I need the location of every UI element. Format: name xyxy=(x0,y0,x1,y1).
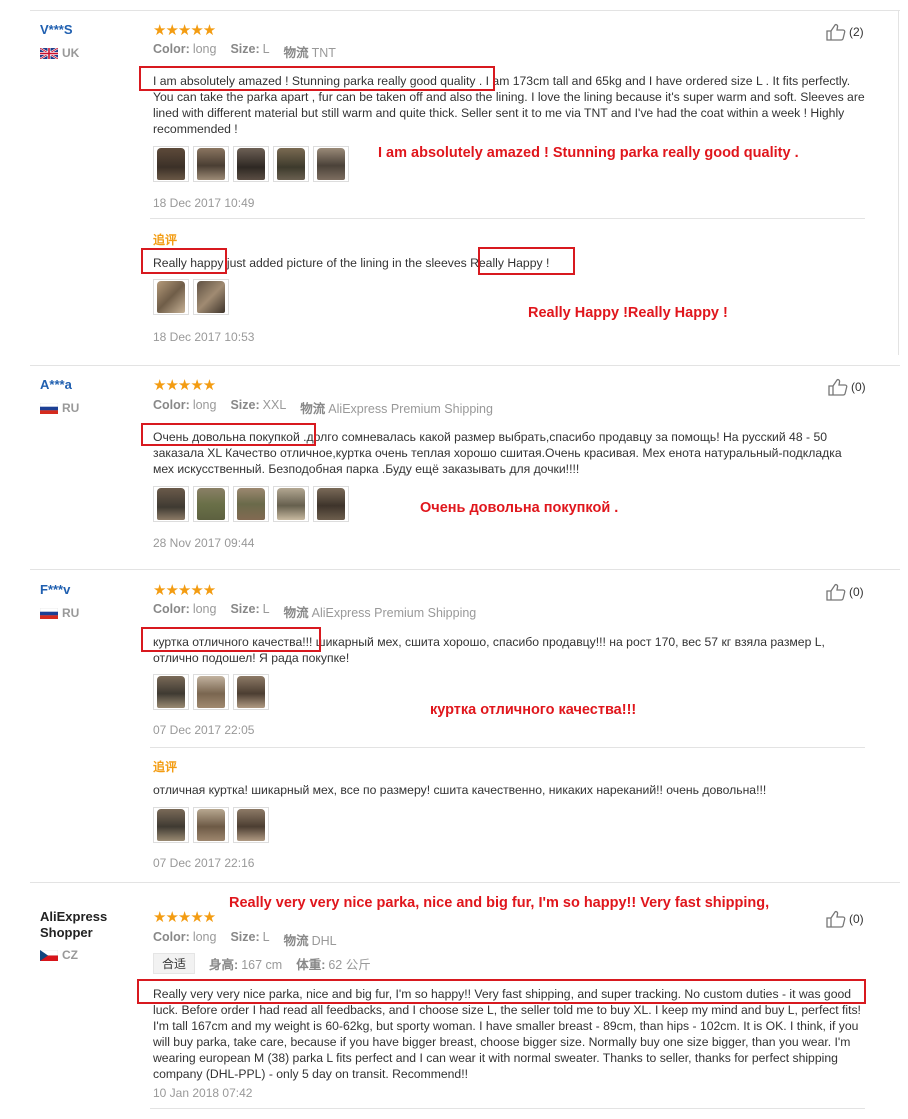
country-code: CZ xyxy=(62,948,78,962)
helpful-button[interactable]: (2) xyxy=(826,23,864,41)
helpful-count: (0) xyxy=(849,585,864,599)
thumbs-up-icon xyxy=(826,910,846,928)
photo-thumbnail[interactable] xyxy=(153,674,189,710)
reviewer-name[interactable]: F***v xyxy=(40,582,70,597)
thumbs-up-icon xyxy=(826,583,846,601)
reviewer-country: CZ xyxy=(40,948,78,962)
annotation-text: Очень довольна покупкой . xyxy=(420,500,619,516)
photo-thumbnail[interactable] xyxy=(153,146,189,182)
country-code: RU xyxy=(62,606,80,620)
divider xyxy=(150,747,865,748)
photo-thumbnail[interactable] xyxy=(313,146,349,182)
review-date: 10 Jan 2018 07:42 xyxy=(153,1086,253,1100)
helpful-button[interactable]: (0) xyxy=(828,378,866,396)
photo-thumbnail[interactable] xyxy=(233,807,269,843)
ru-flag-icon xyxy=(40,402,58,414)
highlight-box xyxy=(141,248,227,274)
thumbs-up-icon xyxy=(828,378,848,396)
photo-thumbnail[interactable] xyxy=(273,486,309,522)
followup-label: 追评 xyxy=(153,233,178,247)
order-info: Color: long Size: L 物流 AliExpress Premium S… xyxy=(153,602,477,620)
divider xyxy=(30,365,900,366)
followup-date: 18 Dec 2017 10:53 xyxy=(153,330,255,344)
helpful-count: (0) xyxy=(851,380,866,394)
uk-flag-icon xyxy=(40,47,58,59)
photo-thumbnail[interactable] xyxy=(193,146,229,182)
country-code: RU xyxy=(62,401,80,415)
highlight-box xyxy=(139,66,495,91)
fit-tag: 合适 xyxy=(153,953,196,974)
highlight-box xyxy=(478,247,575,275)
divider xyxy=(150,218,865,219)
photo-thumbnail[interactable] xyxy=(153,486,189,522)
annotation-text: Really very very nice parka, nice and bi… xyxy=(229,895,770,911)
reviewer-country: RU xyxy=(40,606,79,620)
review-photos xyxy=(153,486,349,522)
annotation-text: I am absolutely amazed ! Stunning parka … xyxy=(378,145,799,161)
photo-thumbnail[interactable] xyxy=(193,486,229,522)
reviewer-name[interactable]: V***S xyxy=(40,22,73,37)
photo-thumbnail[interactable] xyxy=(153,807,189,843)
review-photos xyxy=(153,674,269,710)
star-rating: ★★★★★ xyxy=(153,377,216,394)
helpful-button[interactable]: (0) xyxy=(826,910,864,928)
ru-flag-icon xyxy=(40,607,58,619)
photo-thumbnail[interactable] xyxy=(193,279,229,315)
star-rating: ★★★★★ xyxy=(153,582,216,599)
cz-flag-icon xyxy=(40,949,58,961)
helpful-count: (0) xyxy=(849,912,864,926)
helpful-count: (2) xyxy=(849,25,864,39)
photo-thumbnail[interactable] xyxy=(233,486,269,522)
annotation-text: куртка отличного качества!!! xyxy=(430,702,637,718)
order-info: Color: long Size: XXL 物流 AliExpress Premium… xyxy=(153,398,493,416)
order-info: Color: long Size: L 物流 DHL xyxy=(153,930,337,948)
highlight-box xyxy=(141,423,316,446)
reviewer-name[interactable]: AliExpress Shopper xyxy=(40,909,120,941)
photo-thumbnail[interactable] xyxy=(193,674,229,710)
photo-thumbnail[interactable] xyxy=(193,807,229,843)
divider xyxy=(150,1108,865,1109)
star-rating: ★★★★★ xyxy=(153,22,216,39)
reviewer-name[interactable]: A***a xyxy=(40,377,72,392)
review-date: 28 Nov 2017 09:44 xyxy=(153,536,255,550)
divider xyxy=(30,569,900,570)
order-info: Color: long Size: L 物流 TNT xyxy=(153,42,336,60)
reviewer-country: RU xyxy=(40,401,79,415)
review-date: 07 Dec 2017 22:05 xyxy=(153,723,255,737)
reviewer-country: UK xyxy=(40,46,79,60)
followup-photos xyxy=(153,279,229,315)
photo-thumbnail[interactable] xyxy=(313,486,349,522)
scroll-edge xyxy=(898,10,899,355)
photo-thumbnail[interactable] xyxy=(153,279,189,315)
highlight-box xyxy=(141,627,321,652)
photo-thumbnail[interactable] xyxy=(233,674,269,710)
divider xyxy=(30,10,900,11)
review-date: 18 Dec 2017 10:49 xyxy=(153,196,255,210)
followup-text: отличная куртка! шикарный мех, все по ра… xyxy=(153,783,767,797)
country-code: UK xyxy=(62,46,80,60)
highlight-box xyxy=(137,979,866,1004)
photo-thumbnail[interactable] xyxy=(233,146,269,182)
followup-date: 07 Dec 2017 22:16 xyxy=(153,856,255,870)
photo-thumbnail[interactable] xyxy=(273,146,309,182)
annotation-text: Really Happy !Really Happy ! xyxy=(528,305,728,321)
star-rating: ★★★★★ xyxy=(153,909,216,926)
followup-photos xyxy=(153,807,269,843)
helpful-button[interactable]: (0) xyxy=(826,583,864,601)
thumbs-up-icon xyxy=(826,23,846,41)
divider xyxy=(30,882,900,883)
followup-label: 追评 xyxy=(153,760,178,774)
review-photos xyxy=(153,146,349,182)
fit-info: 合适 身高: 167 cm 体重: 62 公斤 xyxy=(153,953,371,974)
